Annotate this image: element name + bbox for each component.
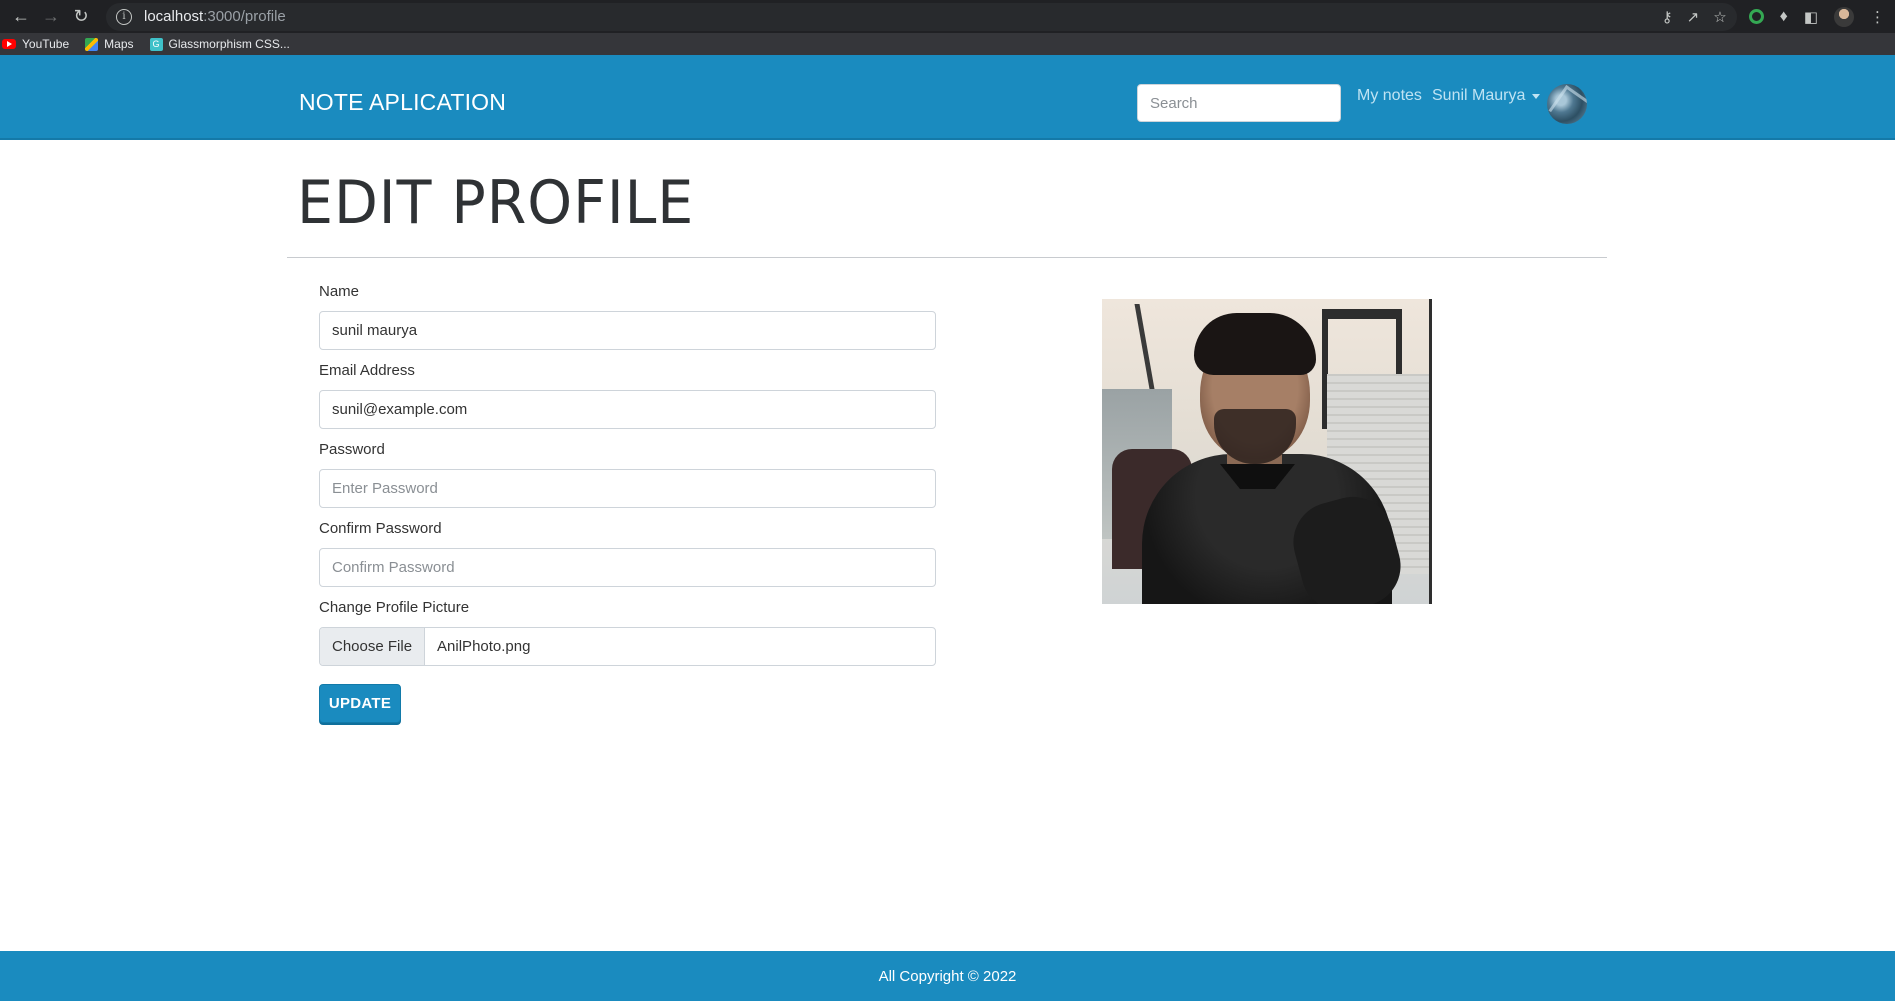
- user-dropdown[interactable]: Sunil Maurya: [1432, 87, 1541, 105]
- side-panel-icon[interactable]: ◧: [1804, 8, 1818, 26]
- browser-profile-avatar[interactable]: [1834, 6, 1854, 27]
- youtube-icon: [2, 39, 16, 49]
- maps-icon: [85, 37, 99, 51]
- file-input[interactable]: Choose File AnilPhoto.png: [319, 627, 936, 666]
- footer: All Copyright © 2022: [0, 951, 1895, 1001]
- address-bar[interactable]: i localhost:3000/profile ⚷ ↗ ☆: [106, 2, 1737, 31]
- choose-file-button[interactable]: Choose File: [320, 628, 426, 665]
- bookmark-maps[interactable]: Maps: [85, 37, 134, 51]
- extensions-puzzle-icon[interactable]: ♦: [1780, 8, 1788, 26]
- confirm-password-field[interactable]: [319, 548, 936, 587]
- update-button[interactable]: UPDATE: [319, 684, 401, 723]
- divider: [287, 257, 1607, 258]
- email-label: Email Address: [319, 362, 415, 379]
- bookmark-youtube[interactable]: YouTube: [2, 37, 69, 51]
- name-label: Name: [319, 283, 360, 300]
- site-info-icon[interactable]: i: [116, 8, 132, 25]
- bookmarks-bar: YouTube Maps G Glassmorphism CSS...: [0, 33, 1895, 55]
- file-name: AnilPhoto.png: [437, 638, 531, 655]
- url-path: :3000/profile: [203, 8, 286, 25]
- bookmark-label: YouTube: [22, 37, 70, 51]
- caret-down-icon: [1532, 93, 1541, 99]
- back-icon[interactable]: ←: [6, 2, 36, 32]
- search-input[interactable]: [1137, 84, 1341, 122]
- copyright-text: All Copyright © 2022: [878, 967, 1017, 985]
- edit-profile-form: Name Email Address Password Confirm Pass…: [319, 282, 936, 723]
- profile-picture-label: Change Profile Picture: [319, 599, 470, 616]
- confirm-password-label: Confirm Password: [319, 520, 442, 537]
- profile-photo: [1102, 299, 1432, 604]
- menu-kebab-icon[interactable]: ⋮: [1870, 8, 1885, 26]
- key-icon[interactable]: ⚷: [1662, 8, 1673, 26]
- share-icon[interactable]: ↗: [1687, 8, 1700, 26]
- page-title: EDIT PROFILE: [297, 168, 695, 238]
- browser-toolbar: ← → ↻ i localhost:3000/profile ⚷ ↗ ☆ ♦ ◧…: [0, 0, 1895, 33]
- avatar[interactable]: [1547, 84, 1587, 124]
- bookmark-label: Maps: [104, 37, 134, 51]
- forward-icon[interactable]: →: [36, 2, 66, 32]
- extension-icon[interactable]: [1748, 9, 1764, 24]
- nav-my-notes[interactable]: My notes: [1357, 87, 1422, 105]
- email-field[interactable]: [319, 390, 936, 429]
- password-field[interactable]: [319, 469, 936, 508]
- bookmark-label: Glassmorphism CSS...: [168, 37, 290, 51]
- brand-title[interactable]: NOTE APLICATION: [299, 89, 506, 116]
- reload-icon[interactable]: ↻: [66, 2, 96, 32]
- app-navbar: NOTE APLICATION My notes Sunil Maurya: [0, 55, 1895, 140]
- password-label: Password: [319, 441, 385, 458]
- bookmark-star-icon[interactable]: ☆: [1713, 8, 1726, 26]
- bookmark-glassmorphism[interactable]: G Glassmorphism CSS...: [149, 37, 290, 51]
- user-name: Sunil Maurya: [1432, 87, 1526, 104]
- url-host: localhost: [144, 8, 204, 25]
- glassmorphism-icon: G: [149, 37, 163, 51]
- name-field[interactable]: [319, 311, 936, 350]
